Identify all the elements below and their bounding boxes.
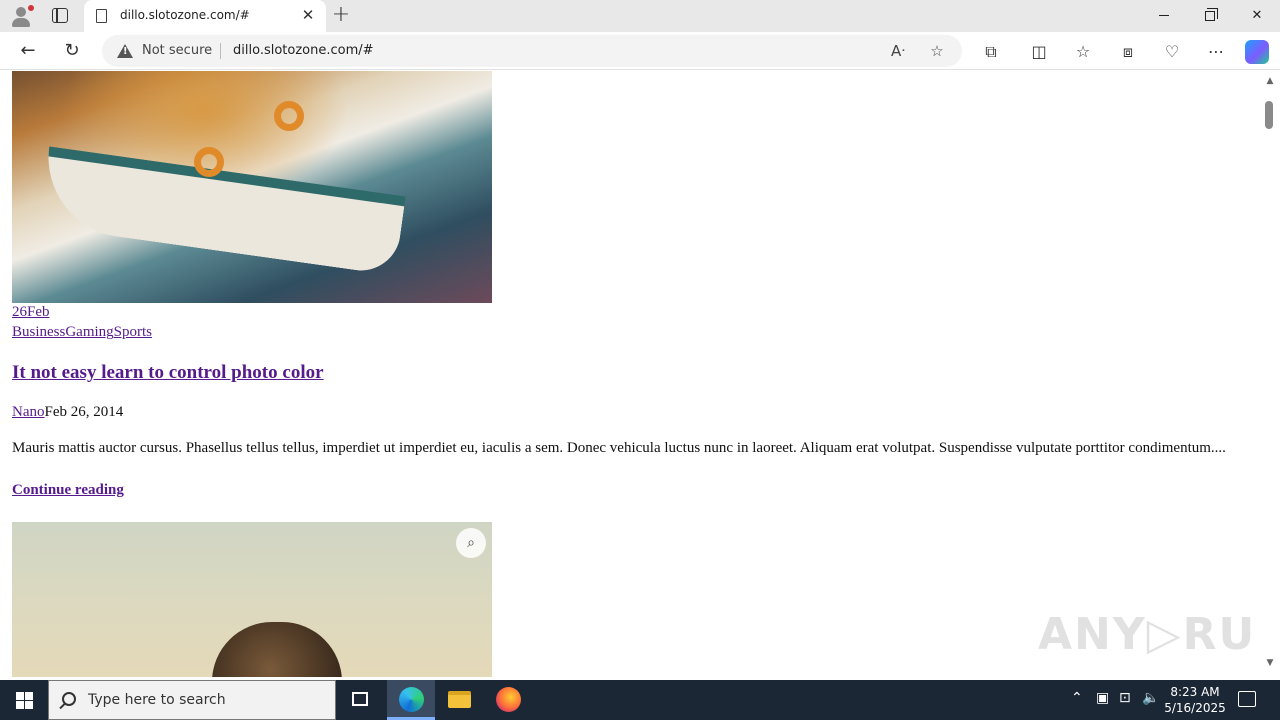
post-published-date: Feb 26, 2014: [44, 404, 124, 420]
category-link-sports[interactable]: Sports: [114, 324, 152, 340]
more-icon[interactable]: ⋯: [1205, 41, 1227, 63]
post-title: It not easy learn to control photo color: [12, 362, 324, 384]
page-icon: [96, 9, 107, 23]
author-link[interactable]: Nano: [12, 404, 45, 420]
person-hair-shape: [212, 622, 342, 677]
security-label[interactable]: Not secure: [142, 43, 212, 58]
tab-title: dillo.slotozone.com/#: [120, 8, 250, 22]
refresh-icon[interactable]: ↻: [59, 39, 85, 63]
read-aloud-icon[interactable]: Aᐧ: [888, 41, 908, 61]
search-icon: [62, 692, 76, 706]
clock-date: 5/16/2025: [1164, 701, 1226, 715]
scroll-up-icon[interactable]: ▲: [1264, 75, 1276, 87]
folder-icon: [448, 691, 471, 708]
star-icon[interactable]: ☆: [927, 41, 947, 61]
address-divider: [220, 43, 221, 59]
windows-start-icon[interactable]: [0, 680, 48, 720]
edge-icon: [399, 687, 424, 712]
watermark-logo: ANY▷RUN: [1038, 609, 1260, 660]
category-link-gaming[interactable]: Gaming: [65, 324, 113, 340]
task-view-button[interactable]: [336, 680, 384, 720]
post-date-link[interactable]: 26Feb: [12, 304, 50, 321]
post-excerpt: Mauris mattis auctor cursus. Phasellus t…: [12, 440, 1226, 456]
tab-active[interactable]: dillo.slotozone.com/# ✕: [84, 0, 326, 32]
vertical-scrollbar[interactable]: ▲ ▼: [1260, 71, 1280, 677]
category-link-business[interactable]: Business: [12, 324, 65, 340]
copilot-icon[interactable]: [1245, 40, 1269, 64]
task-view-icon: [352, 692, 368, 706]
page-viewport: 26Feb BusinessGamingSports It not easy l…: [4, 71, 1260, 677]
tab-close-button[interactable]: ✕: [299, 6, 317, 24]
clock-time: 8:23 AM: [1170, 685, 1220, 699]
title-bar: dillo.slotozone.com/# ✕ + ✕: [0, 0, 1280, 32]
taskbar-search-input[interactable]: Type here to search: [48, 680, 336, 720]
taskbar-edge-button[interactable]: [387, 680, 435, 720]
collections-icon[interactable]: ⧈: [1117, 41, 1139, 63]
split-screen-icon[interactable]: ◫: [1028, 41, 1050, 63]
scroll-thumb[interactable]: [1265, 101, 1273, 129]
volume-icon[interactable]: 🔈: [1142, 690, 1159, 706]
post-image-person[interactable]: ⌕: [12, 522, 492, 677]
warning-icon[interactable]: [117, 44, 133, 58]
post-title-link[interactable]: It not easy learn to control photo color: [12, 362, 324, 383]
scroll-down-icon[interactable]: ▼: [1264, 657, 1276, 669]
taskbar-explorer-button[interactable]: [435, 680, 483, 720]
post-byline: NanoFeb 26, 2014: [12, 404, 123, 421]
heart-pulse-icon[interactable]: ♡: [1161, 41, 1183, 63]
post-image-boat[interactable]: [12, 71, 492, 303]
system-clock[interactable]: 8:23 AM 5/16/2025: [1160, 684, 1230, 716]
taskbar-firefox-button[interactable]: [484, 680, 532, 720]
new-tab-button[interactable]: +: [331, 4, 351, 26]
visual-search-icon[interactable]: ⌕: [456, 528, 486, 558]
taskbar: Type here to search ⌃ ▣ ⊡ 🔈 8:23 AM 5/16…: [0, 680, 1280, 720]
search-placeholder: Type here to search: [88, 692, 226, 708]
close-window-button[interactable]: ✕: [1234, 0, 1280, 32]
firefox-icon: [496, 687, 521, 712]
life-buoy-shape: [194, 147, 224, 177]
tab-actions-icon[interactable]: [52, 8, 68, 23]
back-arrow-icon[interactable]: ←: [15, 39, 41, 63]
puzzle-icon[interactable]: ⧉: [980, 41, 1002, 63]
life-buoy-shape: [274, 101, 304, 131]
restore-button[interactable]: [1187, 0, 1233, 32]
minimize-button[interactable]: [1141, 0, 1187, 32]
post-categories: BusinessGamingSports: [12, 324, 152, 341]
url-text[interactable]: dillo.slotozone.com/#: [233, 43, 374, 58]
notifications-icon[interactable]: [1238, 691, 1256, 707]
favorites-icon[interactable]: ☆: [1072, 41, 1094, 63]
continue-reading-link[interactable]: Continue reading: [12, 482, 124, 499]
network-icon[interactable]: ⊡: [1119, 690, 1131, 706]
chevron-up-icon[interactable]: ⌃: [1071, 690, 1083, 706]
profile-icon[interactable]: [10, 5, 34, 27]
navigation-bar: ← ↻ Not secure dillo.slotozone.com/# Aᐧ …: [0, 32, 1280, 70]
meet-now-icon[interactable]: ▣: [1096, 690, 1109, 706]
address-bar[interactable]: Not secure dillo.slotozone.com/# Aᐧ ☆: [102, 35, 962, 67]
